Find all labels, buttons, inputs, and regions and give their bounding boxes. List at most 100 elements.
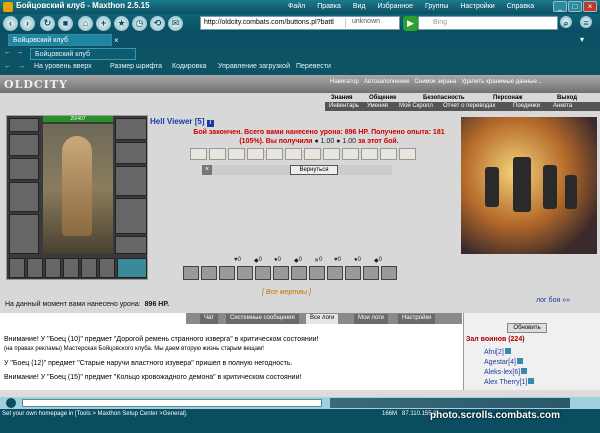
menu-character[interactable]: Персонаж bbox=[493, 95, 523, 101]
return-button[interactable]: Вернуться bbox=[290, 165, 338, 175]
scroll-slot[interactable] bbox=[190, 148, 207, 160]
player-entry[interactable]: Aleks-lex[6] bbox=[484, 368, 528, 376]
action-icon[interactable] bbox=[291, 266, 307, 280]
close-icon[interactable]: × bbox=[202, 165, 212, 175]
refresh-icon[interactable]: ↻ bbox=[40, 16, 55, 31]
tab-close-icon[interactable]: × bbox=[114, 36, 119, 45]
action-icon[interactable] bbox=[327, 266, 343, 280]
font-size-button[interactable]: Размер шрифта bbox=[110, 63, 162, 70]
scroll-slot[interactable] bbox=[361, 148, 378, 160]
player-entry[interactable]: Agestar[4] bbox=[484, 358, 523, 366]
scroll-slot[interactable] bbox=[228, 148, 245, 160]
equipment-slot[interactable] bbox=[9, 158, 39, 180]
player-name[interactable]: Afni[2] bbox=[484, 349, 504, 356]
sidebar-toggle-icon[interactable]: ≡ bbox=[580, 16, 592, 28]
forward-icon[interactable]: › bbox=[20, 16, 35, 31]
equipment-slot[interactable] bbox=[115, 166, 147, 196]
scroll-slot[interactable] bbox=[342, 148, 359, 160]
belt-slot[interactable] bbox=[27, 258, 43, 278]
player-name[interactable]: Alex Therry[1] bbox=[484, 379, 527, 386]
translate-button[interactable]: Перевести bbox=[296, 63, 331, 70]
submenu-transfers[interactable]: Отчет о переводах bbox=[443, 103, 496, 109]
tab-settings[interactable]: Настройки bbox=[398, 314, 436, 324]
tab-all-logs[interactable]: Все логи bbox=[306, 314, 339, 324]
autofill-link[interactable]: Автозаполнение bbox=[364, 79, 410, 85]
chat-menu-icon[interactable] bbox=[6, 398, 16, 408]
equipment-slot[interactable] bbox=[115, 198, 147, 234]
close-button[interactable]: × bbox=[583, 1, 597, 12]
history-icon[interactable]: ◷ bbox=[132, 16, 147, 31]
all-dead-link[interactable]: [ Все мертвы ] bbox=[262, 289, 311, 296]
encoding-button[interactable]: Кодировка bbox=[172, 63, 206, 70]
scroll-slot[interactable] bbox=[266, 148, 283, 160]
delete-data-link[interactable]: Удалить хранимые данные... bbox=[461, 79, 541, 85]
scroll-slot[interactable] bbox=[323, 148, 340, 160]
action-icon[interactable] bbox=[255, 266, 271, 280]
info-icon[interactable] bbox=[516, 358, 523, 364]
menu-file[interactable]: Файл bbox=[288, 3, 305, 10]
menu-exit[interactable]: Выход bbox=[557, 95, 577, 101]
info-icon[interactable] bbox=[504, 348, 511, 354]
action-icon[interactable] bbox=[345, 266, 361, 280]
scroll-slot[interactable] bbox=[209, 148, 226, 160]
undo-icon[interactable]: ⟲ bbox=[150, 16, 165, 31]
menu-communication[interactable]: Общение bbox=[369, 95, 396, 101]
tab-my-logs[interactable]: Мои логи bbox=[354, 314, 388, 324]
level-up-button[interactable]: На уровень вверх bbox=[34, 63, 92, 70]
menu-settings[interactable]: Настройки bbox=[460, 3, 494, 10]
snapshot-link[interactable]: Снимок экрана bbox=[415, 79, 457, 85]
submenu-scroll[interactable]: Мой Скролл bbox=[399, 103, 433, 109]
player-name[interactable]: Agestar[4] bbox=[484, 359, 516, 366]
submenu-inventory[interactable]: Инвентарь bbox=[329, 103, 359, 109]
belt-slot[interactable] bbox=[99, 258, 115, 278]
info-icon[interactable] bbox=[528, 378, 535, 384]
action-icon[interactable] bbox=[381, 266, 397, 280]
maximize-button[interactable]: □ bbox=[568, 1, 582, 12]
download-manager-button[interactable]: Управление загрузкой bbox=[218, 63, 290, 70]
equipment-slot[interactable] bbox=[115, 142, 147, 164]
action-icon[interactable] bbox=[309, 266, 325, 280]
prev-arrow-icon[interactable]: ← bbox=[4, 49, 11, 56]
bag-slot[interactable] bbox=[117, 258, 147, 278]
submenu-battles[interactable]: Поединки bbox=[513, 103, 540, 109]
equipment-slot[interactable] bbox=[9, 134, 39, 156]
player-entry[interactable]: Afni[2] bbox=[484, 348, 511, 356]
action-icon[interactable] bbox=[273, 266, 289, 280]
menu-edit[interactable]: Правка bbox=[317, 3, 341, 10]
battle-log-link[interactable]: лог боя »» bbox=[536, 297, 570, 304]
tab-combats-2[interactable]: Бойцовский клуб bbox=[30, 48, 136, 60]
chat-toolbar-icons[interactable] bbox=[330, 398, 570, 408]
scroll-slot[interactable] bbox=[285, 148, 302, 160]
menu-favorites[interactable]: Избранное bbox=[378, 3, 413, 10]
back-icon[interactable]: ‹ bbox=[3, 16, 18, 31]
address-url[interactable]: http://oldcity.combats.com/buttons.pl?ba… bbox=[204, 19, 334, 26]
address-bar[interactable]: http://oldcity.combats.com/buttons.pl?ba… bbox=[200, 16, 400, 30]
submenu-skills[interactable]: Умения bbox=[367, 103, 388, 109]
menu-view[interactable]: Вид bbox=[353, 3, 366, 10]
belt-slot[interactable] bbox=[81, 258, 97, 278]
search-box[interactable]: Bing bbox=[418, 16, 558, 30]
belt-slot[interactable] bbox=[45, 258, 61, 278]
search-icon[interactable]: ⌕ bbox=[560, 16, 572, 28]
info-icon[interactable] bbox=[521, 368, 528, 374]
equipment-slot[interactable] bbox=[9, 182, 39, 212]
scroll-slot[interactable] bbox=[380, 148, 397, 160]
tab-system-messages[interactable]: Системные сообщения bbox=[226, 314, 299, 324]
scroll-slot[interactable] bbox=[247, 148, 264, 160]
forward-arrow-icon[interactable]: → bbox=[18, 63, 25, 70]
action-icon[interactable] bbox=[183, 266, 199, 280]
equipment-slot[interactable] bbox=[9, 214, 39, 254]
scroll-slot[interactable] bbox=[399, 148, 416, 160]
belt-slot[interactable] bbox=[9, 258, 25, 278]
action-icon[interactable] bbox=[219, 266, 235, 280]
next-arrow-icon[interactable]: → bbox=[16, 49, 23, 56]
tab-chat[interactable]: Чат bbox=[200, 314, 218, 324]
equipment-slot[interactable] bbox=[9, 118, 39, 132]
navigator-link[interactable]: Навигатор bbox=[330, 79, 359, 85]
info-icon[interactable]: i bbox=[206, 120, 214, 127]
new-tab-icon[interactable]: + bbox=[96, 16, 111, 31]
player-name[interactable]: Hell Viewer [5] i bbox=[150, 117, 214, 127]
mail-icon[interactable]: ✉ bbox=[168, 16, 183, 31]
tab-list-icon[interactable]: ▾ bbox=[580, 35, 584, 44]
submenu-profile[interactable]: Анкета bbox=[553, 103, 572, 109]
